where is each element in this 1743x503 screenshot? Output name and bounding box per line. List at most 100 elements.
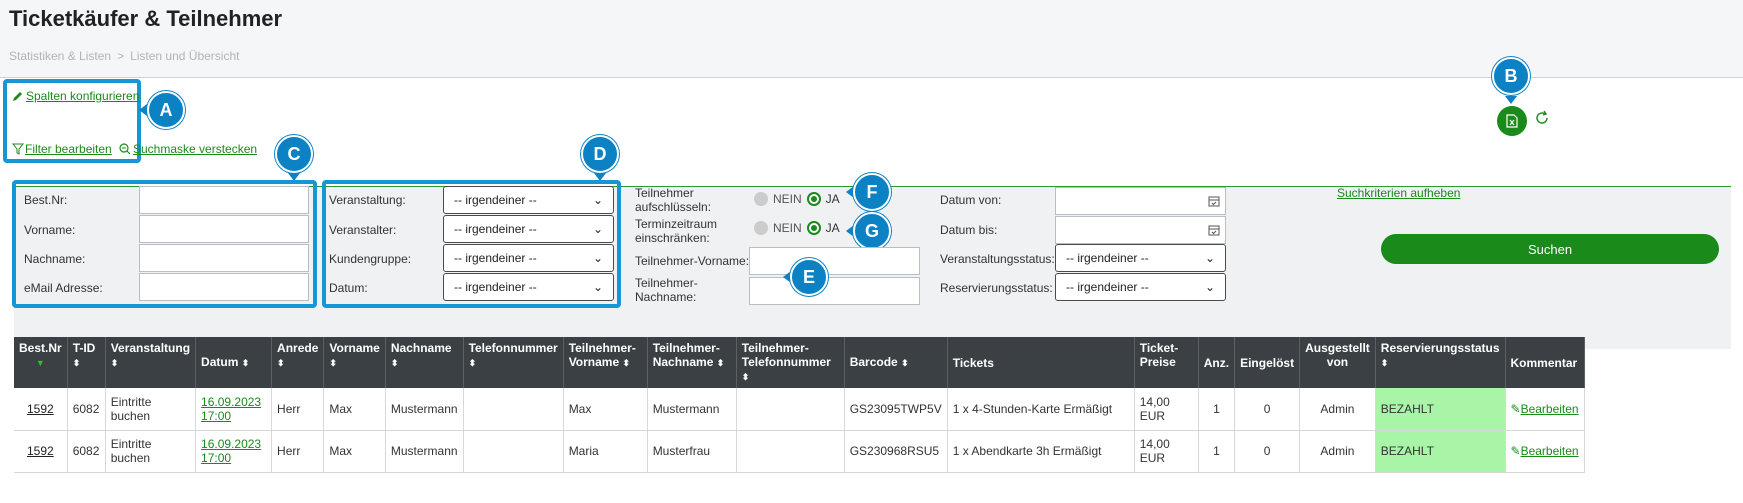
calendar-icon[interactable] — [1208, 195, 1220, 207]
col-participant-phone[interactable]: Teilnehmer- Telefonnummer ⬍ — [736, 337, 845, 388]
search-button[interactable]: Suchen — [1381, 234, 1719, 264]
sort-icon[interactable]: ⬍ — [329, 358, 337, 368]
comment-cell[interactable]: ✎Bearbeiten — [1505, 388, 1585, 431]
col-participant-firstname[interactable]: Teilnehmer- Vorname ⬍ — [563, 337, 648, 388]
lastname-label: Nachname: — [24, 252, 86, 266]
sort-icon[interactable]: ⬍ — [901, 358, 909, 368]
results-table-wrapper: Best.Nr ▼ T-ID ⬍ Veranstaltung ⬍ Datum ⬍ An… — [14, 337, 1585, 473]
hide-search-label: Suchmaske verstecken — [133, 142, 258, 156]
col-phone[interactable]: Telefonnummer ⬍ — [463, 337, 564, 388]
col-price-label-1: Ticket- — [1139, 341, 1179, 355]
hide-search-link[interactable]: Suchmaske verstecken — [119, 142, 257, 156]
participant-firstname-cell: Max — [563, 388, 648, 431]
sort-down-icon[interactable]: ▼ — [36, 358, 45, 368]
col-date[interactable]: Datum ⬍ — [195, 337, 273, 388]
split-participants-yes-radio[interactable] — [806, 192, 821, 206]
date-select[interactable]: -- irgendeiner -- ⌄ — [443, 273, 614, 301]
date-from-input[interactable] — [1055, 187, 1226, 215]
date-link-day[interactable]: 16.09.2023 — [201, 437, 261, 451]
participant-firstname-cell: Maria — [563, 430, 648, 473]
col-salutation[interactable]: Anrede ⬍ — [271, 337, 325, 388]
participant-firstname-label: Teilnehmer-Vorname: — [635, 254, 750, 268]
sort-icon[interactable]: ⬍ — [277, 358, 285, 368]
order-nr-cell: 1592 — [14, 430, 68, 473]
configure-columns-link[interactable]: Spalten konfigurieren — [12, 89, 139, 103]
restrict-timeframe-yes-radio[interactable] — [806, 221, 821, 235]
restrict-timeframe-label-line2: einschränken: — [635, 231, 710, 245]
refresh-button[interactable] — [1534, 110, 1550, 129]
col-reservation-status[interactable]: Reservierungsstatus ⬍ — [1375, 337, 1506, 388]
organizer-select[interactable]: -- irgendeiner -- ⌄ — [443, 215, 614, 243]
split-participants-no-label: NEIN — [773, 192, 802, 206]
sort-icon[interactable]: ⬍ — [469, 358, 477, 368]
event-select[interactable]: -- irgendeiner -- ⌄ — [443, 186, 614, 214]
lastname-input[interactable] — [139, 244, 309, 272]
reservation-status-select[interactable]: -- irgendeiner -- ⌄ — [1055, 273, 1226, 301]
restrict-timeframe-label-line1: Terminzeitraum — [635, 217, 718, 231]
col-tid[interactable]: T-ID ⬍ — [67, 337, 106, 388]
event-status-select[interactable]: -- irgendeiner -- ⌄ — [1055, 244, 1226, 272]
sort-icon[interactable]: ⬍ — [623, 358, 631, 368]
col-participant-phone-label-2: Telefonnummer — [741, 355, 831, 369]
col-price-label-2: Preise — [1139, 355, 1176, 369]
restrict-timeframe-no-radio[interactable] — [754, 221, 768, 235]
breadcrumb-item-statistics[interactable]: Statistiken & Listen — [9, 49, 111, 63]
comment-cell[interactable]: ✎Bearbeiten — [1505, 430, 1585, 473]
order-nr-link[interactable]: 1592 — [27, 444, 54, 458]
export-excel-button[interactable] — [1497, 106, 1527, 136]
sort-icon[interactable]: ⬍ — [717, 358, 725, 368]
col-qty: Anz. — [1198, 337, 1236, 388]
sort-icon[interactable]: ⬍ — [1381, 358, 1389, 368]
date-link-time[interactable]: 17:00 — [201, 409, 231, 423]
col-participant-lastname[interactable]: Teilnehmer- Nachname ⬍ — [647, 337, 737, 388]
results-table: Best.Nr ▼ T-ID ⬍ Veranstaltung ⬍ Datum ⬍ An… — [14, 337, 1585, 473]
issued-by-cell: Admin — [1299, 430, 1376, 473]
order-nr-link[interactable]: 1592 — [27, 402, 54, 416]
event-cell: Eintritte buchen — [105, 388, 197, 431]
email-input[interactable] — [139, 273, 309, 301]
chevron-down-icon: ⌄ — [1204, 251, 1215, 265]
customer-group-select[interactable]: -- irgendeiner -- ⌄ — [443, 244, 614, 272]
col-event[interactable]: Veranstaltung ⬍ — [105, 337, 197, 388]
calendar-icon[interactable] — [1208, 224, 1220, 236]
customer-group-label: Kundengruppe: — [329, 252, 412, 266]
sort-icon[interactable]: ⬍ — [742, 372, 750, 382]
col-date-label: Datum — [201, 355, 239, 369]
clear-criteria-link[interactable]: Suchkriterien aufheben — [1337, 186, 1460, 200]
date-link-time[interactable]: 17:00 — [201, 451, 231, 465]
restrict-timeframe-toggle[interactable]: NEIN JA — [754, 221, 840, 235]
sort-icon[interactable]: ⬍ — [111, 358, 119, 368]
split-participants-toggle[interactable]: NEIN JA — [754, 192, 840, 206]
col-lastname[interactable]: Nachname ⬍ — [385, 337, 464, 388]
sort-icon[interactable]: ⬍ — [242, 358, 250, 368]
participant-firstname-input[interactable] — [749, 247, 920, 275]
col-barcode[interactable]: Barcode ⬍ — [844, 337, 948, 388]
participant-phone-cell — [736, 388, 845, 431]
col-order-nr-label: Best.Nr — [19, 341, 62, 355]
firstname-cell: Max — [323, 430, 386, 473]
date-to-input[interactable] — [1055, 216, 1226, 244]
order-nr-input[interactable] — [139, 186, 309, 214]
split-participants-no-radio[interactable] — [754, 192, 768, 206]
callout-b-pointer — [1505, 96, 1517, 104]
firstname-label: Vorname: — [24, 223, 76, 237]
col-tickets: Tickets — [947, 337, 1135, 388]
col-event-label: Veranstaltung — [110, 341, 191, 355]
chevron-down-icon: ⌄ — [592, 222, 603, 236]
sort-icon[interactable]: ⬍ — [73, 358, 81, 368]
date-label: Datum: — [329, 281, 368, 295]
date-link-day[interactable]: 16.09.2023 — [201, 395, 261, 409]
firstname-input[interactable] — [139, 215, 309, 243]
col-order-nr[interactable]: Best.Nr ▼ — [14, 337, 68, 388]
event-status-select-value: -- irgendeiner -- — [1066, 251, 1149, 265]
participant-phone-cell — [736, 430, 845, 473]
qty-cell: 1 — [1198, 388, 1236, 431]
breadcrumb: Statistiken & Listen > Listen und Übersi… — [9, 49, 239, 63]
edit-filter-link[interactable]: Filter bearbeiten — [12, 142, 112, 156]
col-firstname[interactable]: Vorname ⬍ — [323, 337, 386, 388]
participant-lastname-label-line1: Teilnehmer- — [635, 276, 698, 290]
edit-comment-link[interactable]: Bearbeiten — [1521, 444, 1579, 458]
participant-lastname-input[interactable] — [749, 277, 920, 305]
edit-comment-link[interactable]: Bearbeiten — [1521, 402, 1579, 416]
sort-icon[interactable]: ⬍ — [391, 358, 399, 368]
